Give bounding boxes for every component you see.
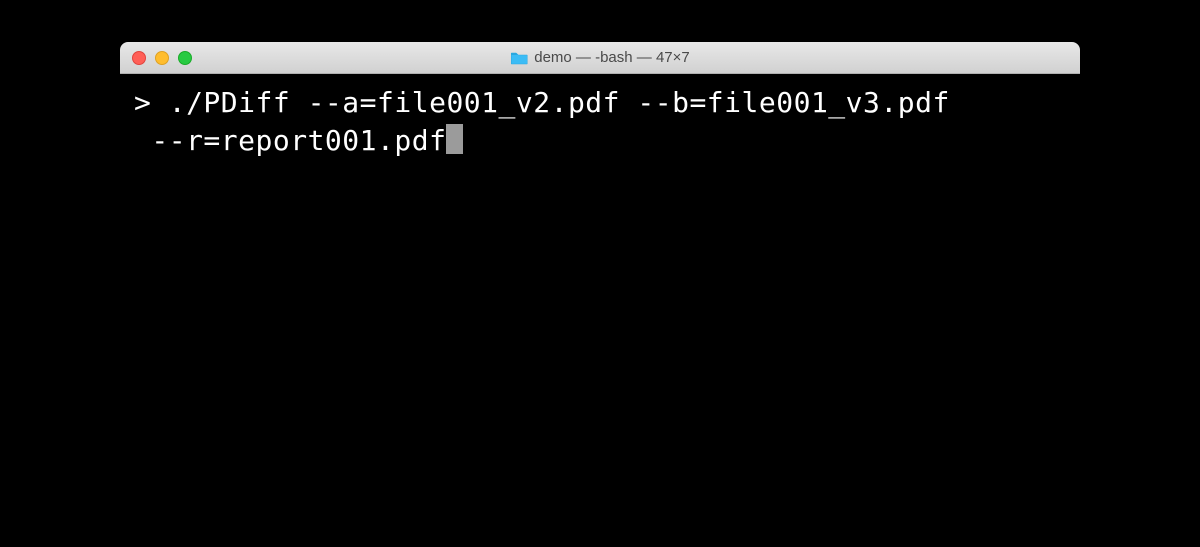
folder-icon xyxy=(510,51,528,65)
minimize-button[interactable] xyxy=(155,51,169,65)
maximize-button[interactable] xyxy=(178,51,192,65)
window-title-container: demo — -bash — 47×7 xyxy=(510,49,690,66)
terminal-line: --r=report001.pdf xyxy=(134,122,1066,160)
window-title: demo — -bash — 47×7 xyxy=(534,49,690,66)
terminal-cursor xyxy=(446,124,463,154)
terminal-prompt: > xyxy=(134,86,169,119)
title-bar: demo — -bash — 47×7 xyxy=(120,42,1080,74)
terminal-line: > ./PDiff --a=file001_v2.pdf --b=file001… xyxy=(134,84,1066,122)
terminal-command-line1: ./PDiff --a=file001_v2.pdf --b=file001_v… xyxy=(169,86,950,119)
terminal-command-line2: --r=report001.pdf xyxy=(134,124,446,157)
traffic-lights xyxy=(132,51,192,65)
close-button[interactable] xyxy=(132,51,146,65)
terminal-body[interactable]: > ./PDiff --a=file001_v2.pdf --b=file001… xyxy=(120,74,1080,416)
terminal-window: demo — -bash — 47×7 > ./PDiff --a=file00… xyxy=(120,42,1080,416)
